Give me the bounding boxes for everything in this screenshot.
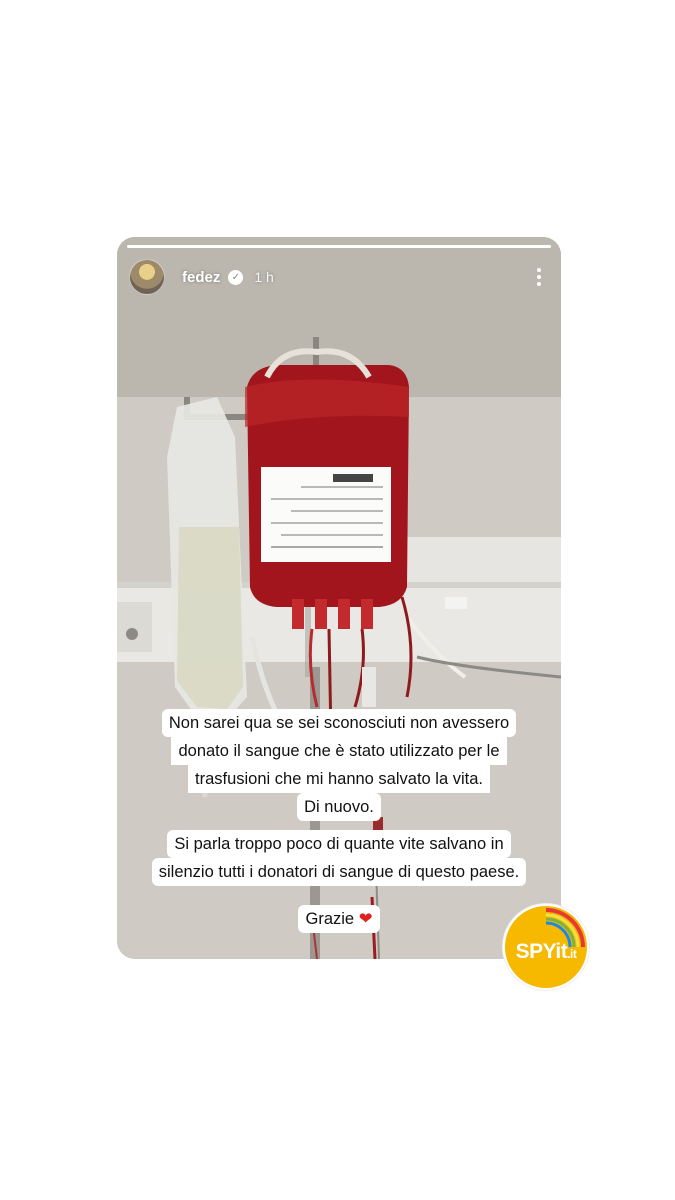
grazie-text: Grazie	[305, 910, 355, 928]
caption-grazie: Grazie ❤	[298, 905, 380, 933]
username[interactable]: fedez	[182, 269, 220, 286]
caption-line: Non sarei qua se sei sconosciuti non ave…	[161, 709, 517, 737]
story-header: fedez ✓ 1 h	[129, 259, 549, 295]
caption-line: Si parla troppo poco di quante vite salv…	[167, 830, 511, 858]
more-options-icon[interactable]	[529, 265, 549, 289]
story-card[interactable]: fedez ✓ 1 h Non sarei qua se sei sconosc…	[117, 237, 561, 959]
caption-line: Di nuovo.	[297, 793, 381, 821]
avatar[interactable]	[129, 259, 165, 295]
logo-brand: SPYit	[515, 940, 568, 963]
post-time: 1 h	[254, 269, 274, 285]
story-progress-fill	[127, 245, 551, 248]
logo-tld: .it	[567, 947, 577, 961]
verified-badge-icon: ✓	[228, 269, 244, 285]
caption-line: silenzio tutti i donatori di sangue di q…	[151, 858, 527, 886]
spyit-logo: SPYit.it	[503, 904, 589, 990]
caption-block-1: Non sarei qua se sei sconosciuti non ave…	[117, 709, 561, 821]
logo-text: SPYit.it	[503, 940, 589, 964]
story-progress-bar	[127, 245, 551, 248]
caption-block-2: Si parla troppo poco di quante vite salv…	[117, 830, 561, 886]
heart-icon: ❤	[358, 910, 373, 928]
caption-line: trasfusioni che mi hanno salvato la vita…	[188, 765, 490, 793]
caption-block-3: Grazie ❤	[117, 905, 561, 933]
caption-line: donato il sangue che è stato utilizzato …	[171, 737, 507, 765]
